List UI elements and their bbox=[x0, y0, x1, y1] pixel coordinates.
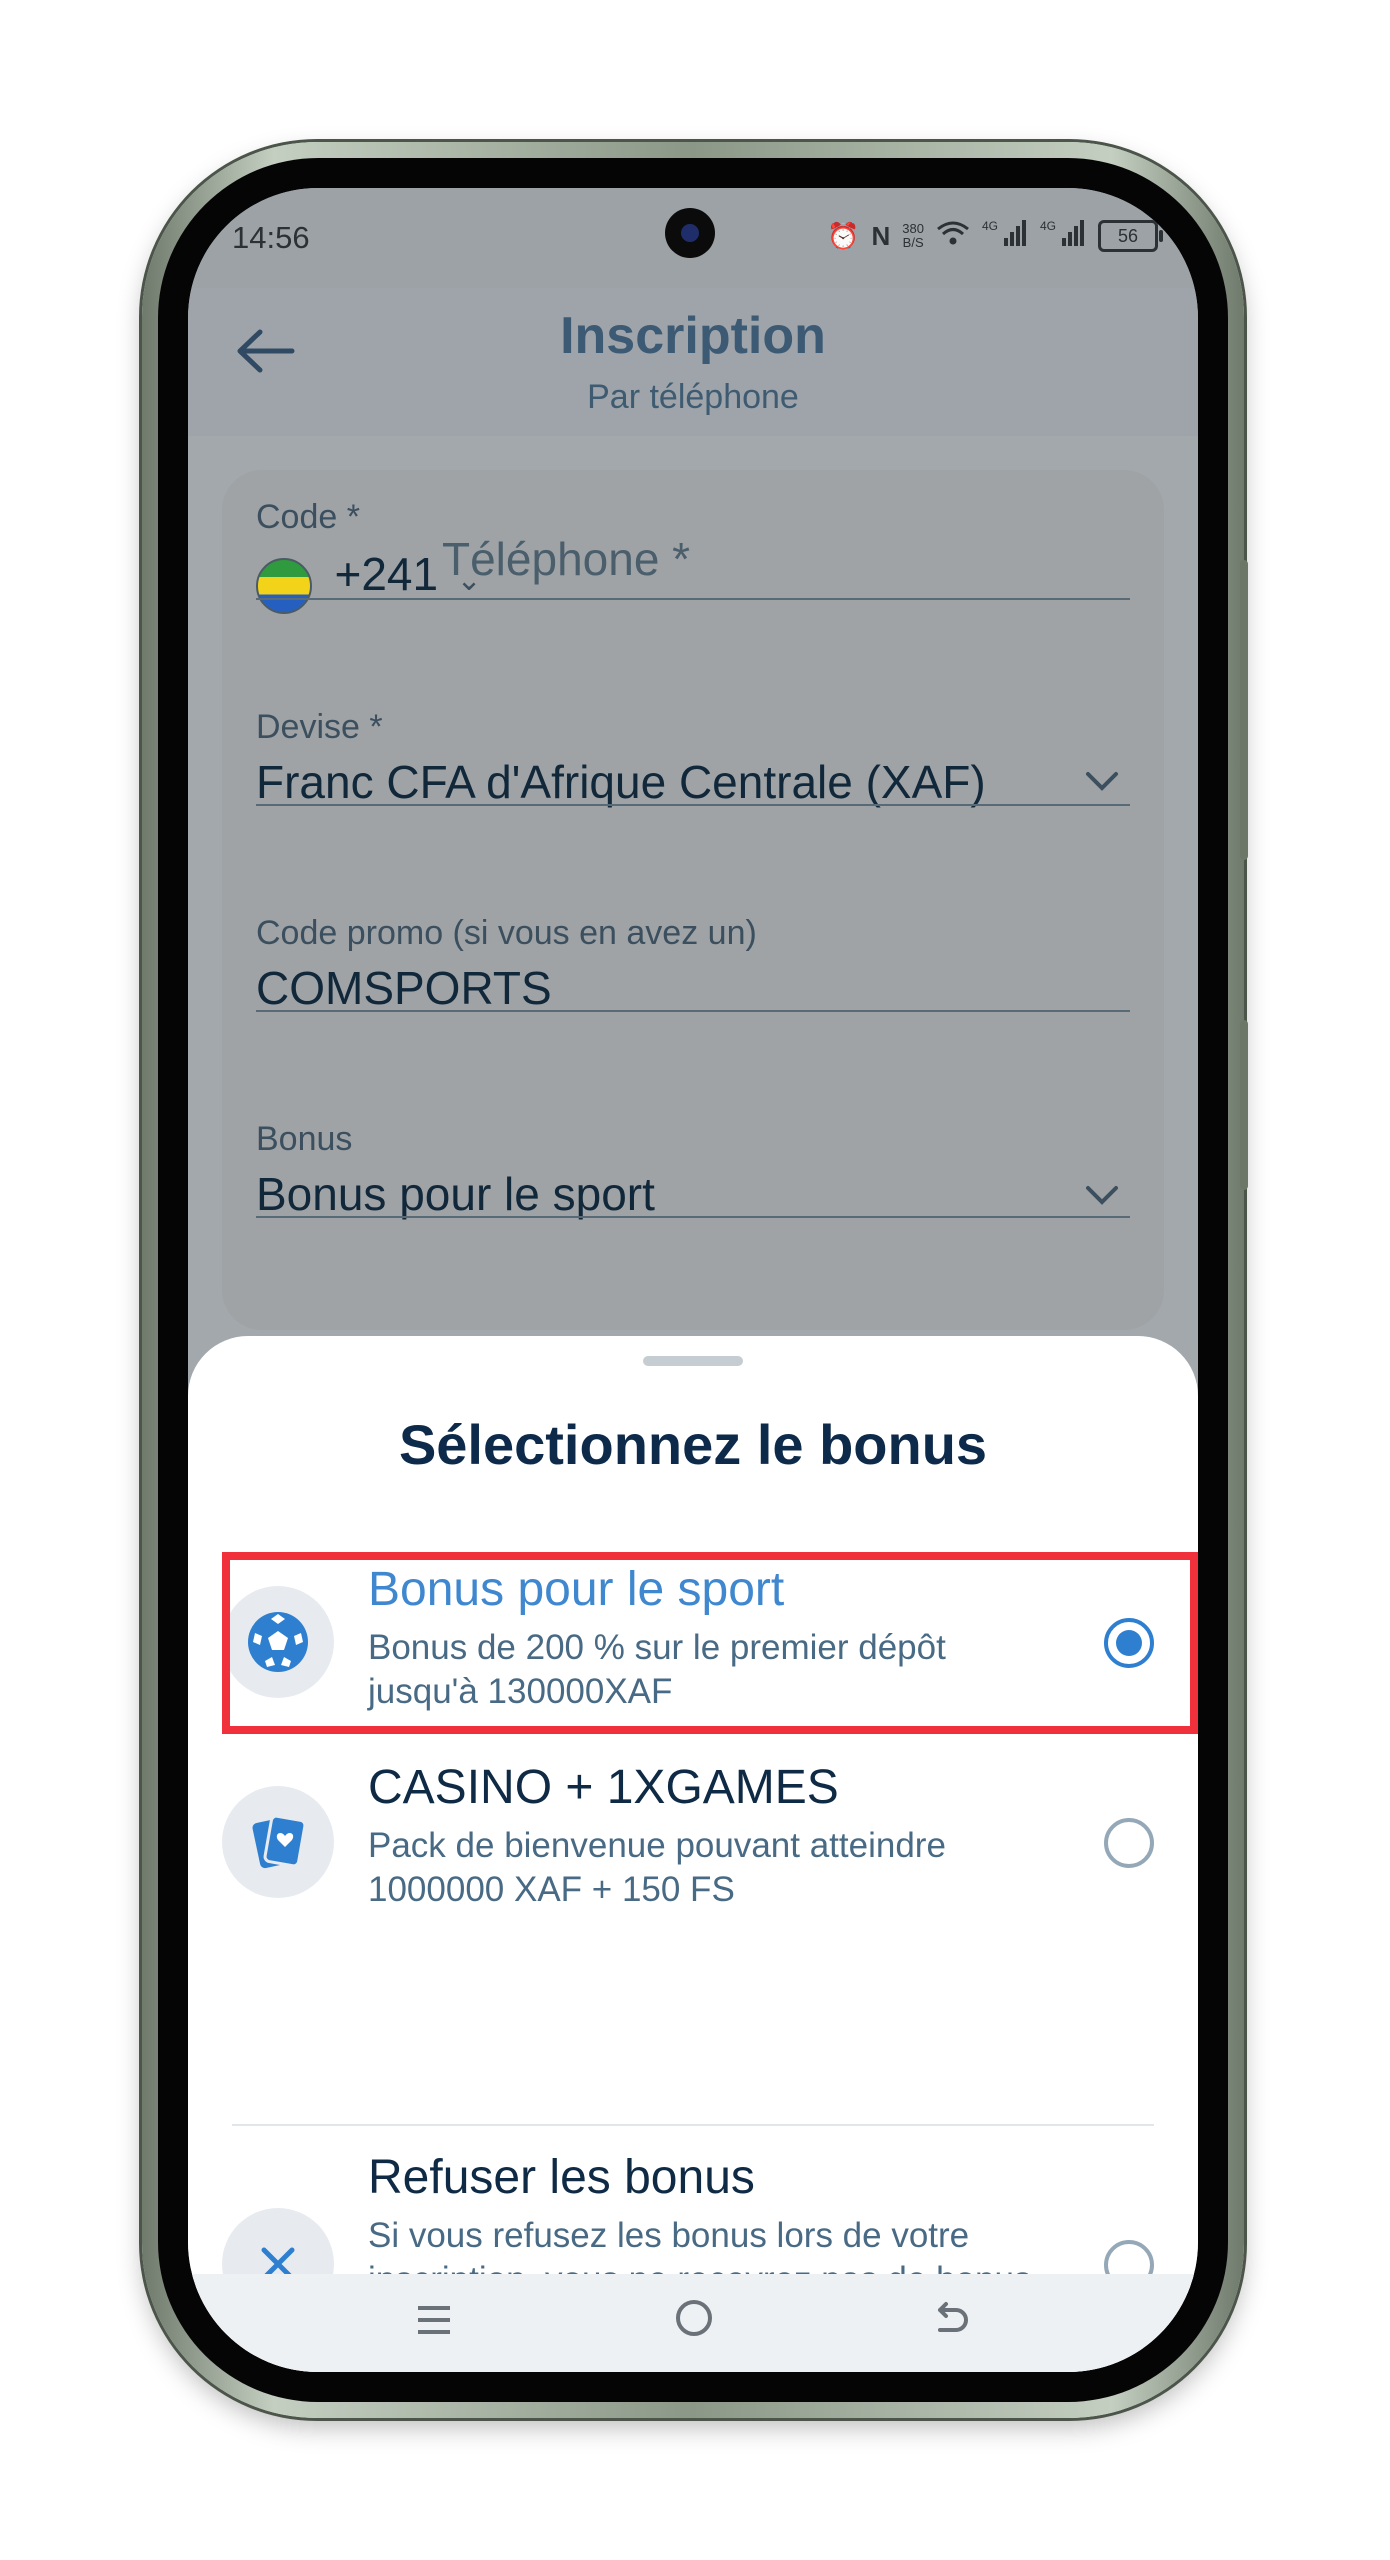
bonus-option-casino[interactable]: CASINO + 1XGAMES Pack de bienvenue pouva… bbox=[188, 1756, 1198, 1926]
wifi-icon bbox=[936, 219, 970, 253]
currency-chevron-icon[interactable] bbox=[1084, 762, 1120, 801]
battery-icon: 56 bbox=[1098, 220, 1163, 252]
volume-button bbox=[1240, 1020, 1248, 1190]
system-nav-bar bbox=[188, 2274, 1198, 2372]
back-nav-icon[interactable] bbox=[928, 2294, 972, 2352]
page-title: Inscription bbox=[560, 307, 826, 365]
bonus-value: Bonus pour le sport bbox=[256, 1168, 655, 1220]
option-title: Refuser les bonus bbox=[368, 2151, 755, 2204]
option-title: CASINO + 1XGAMES bbox=[368, 1761, 839, 1814]
radio-unselected[interactable] bbox=[1104, 1818, 1154, 1868]
svg-text:4G: 4G bbox=[1040, 219, 1056, 233]
bonus-chevron-icon[interactable] bbox=[1084, 1176, 1120, 1215]
promo-value: COMSPORTS bbox=[256, 962, 552, 1014]
phone-placeholder: Téléphone * bbox=[442, 533, 691, 585]
bonus-label: Bonus bbox=[256, 1120, 353, 1158]
screen: 14:56 ⏰ N 380 B/S 4G 4G 56 Inscription Pa… bbox=[188, 188, 1198, 2372]
phone-underline bbox=[442, 598, 1130, 600]
sheet-title: Sélectionnez le bonus bbox=[398, 1413, 988, 1476]
currency-field[interactable]: Devise * Franc CFA d'Afrique Centrale (X… bbox=[256, 708, 986, 809]
currency-underline bbox=[256, 804, 1130, 806]
app-bar: Inscription Par téléphone bbox=[188, 288, 1198, 436]
recents-menu-icon[interactable] bbox=[414, 2294, 454, 2352]
network-speed: 380 B/S bbox=[902, 221, 924, 250]
bonus-field[interactable]: Bonus Bonus pour le sport bbox=[256, 1120, 655, 1221]
option-divider bbox=[232, 2124, 1154, 2126]
selection-highlight-box bbox=[222, 1552, 1198, 1734]
bonus-underline bbox=[256, 1216, 1130, 1218]
currency-value: Franc CFA d'Afrique Centrale (XAF) bbox=[256, 756, 986, 808]
status-icons: ⏰ N 380 B/S 4G 4G 56 bbox=[827, 218, 1163, 254]
playing-card-icon bbox=[222, 1786, 334, 1898]
sheet-drag-handle[interactable] bbox=[643, 1356, 743, 1366]
home-circle-icon[interactable] bbox=[672, 2294, 716, 2352]
svg-text:4G: 4G bbox=[982, 219, 998, 233]
option-description: Pack de bienvenue pouvant atteindre 1000… bbox=[368, 1826, 946, 1909]
promo-field[interactable]: Code promo (si vous en avez un) COMSPORT… bbox=[256, 914, 757, 1015]
registration-form: Code * +241 ⌄ Téléphone * Devise * Franc… bbox=[222, 470, 1164, 1330]
status-bar: 14:56 ⏰ N 380 B/S 4G 4G 56 bbox=[188, 188, 1198, 288]
page-subtitle: Par téléphone bbox=[587, 378, 799, 416]
promo-label: Code promo (si vous en avez un) bbox=[256, 914, 757, 952]
status-time: 14:56 bbox=[232, 220, 310, 255]
power-button bbox=[1240, 560, 1248, 860]
phone-field[interactable]: Téléphone * bbox=[442, 532, 690, 586]
promo-underline bbox=[256, 1010, 1130, 1012]
gabon-flag-icon bbox=[256, 557, 312, 614]
country-code: +241 bbox=[334, 548, 439, 600]
currency-label: Devise * bbox=[256, 708, 383, 746]
front-camera bbox=[665, 208, 715, 258]
bonus-bottom-sheet: Sélectionnez le bonus Bonus pour le spor… bbox=[188, 1336, 1198, 2372]
signal-4g-icon-1: 4G bbox=[982, 218, 1028, 254]
signal-4g-icon-2: 4G bbox=[1040, 218, 1086, 254]
alarm-icon: ⏰ bbox=[827, 221, 860, 251]
nfc-icon: N bbox=[871, 221, 891, 251]
